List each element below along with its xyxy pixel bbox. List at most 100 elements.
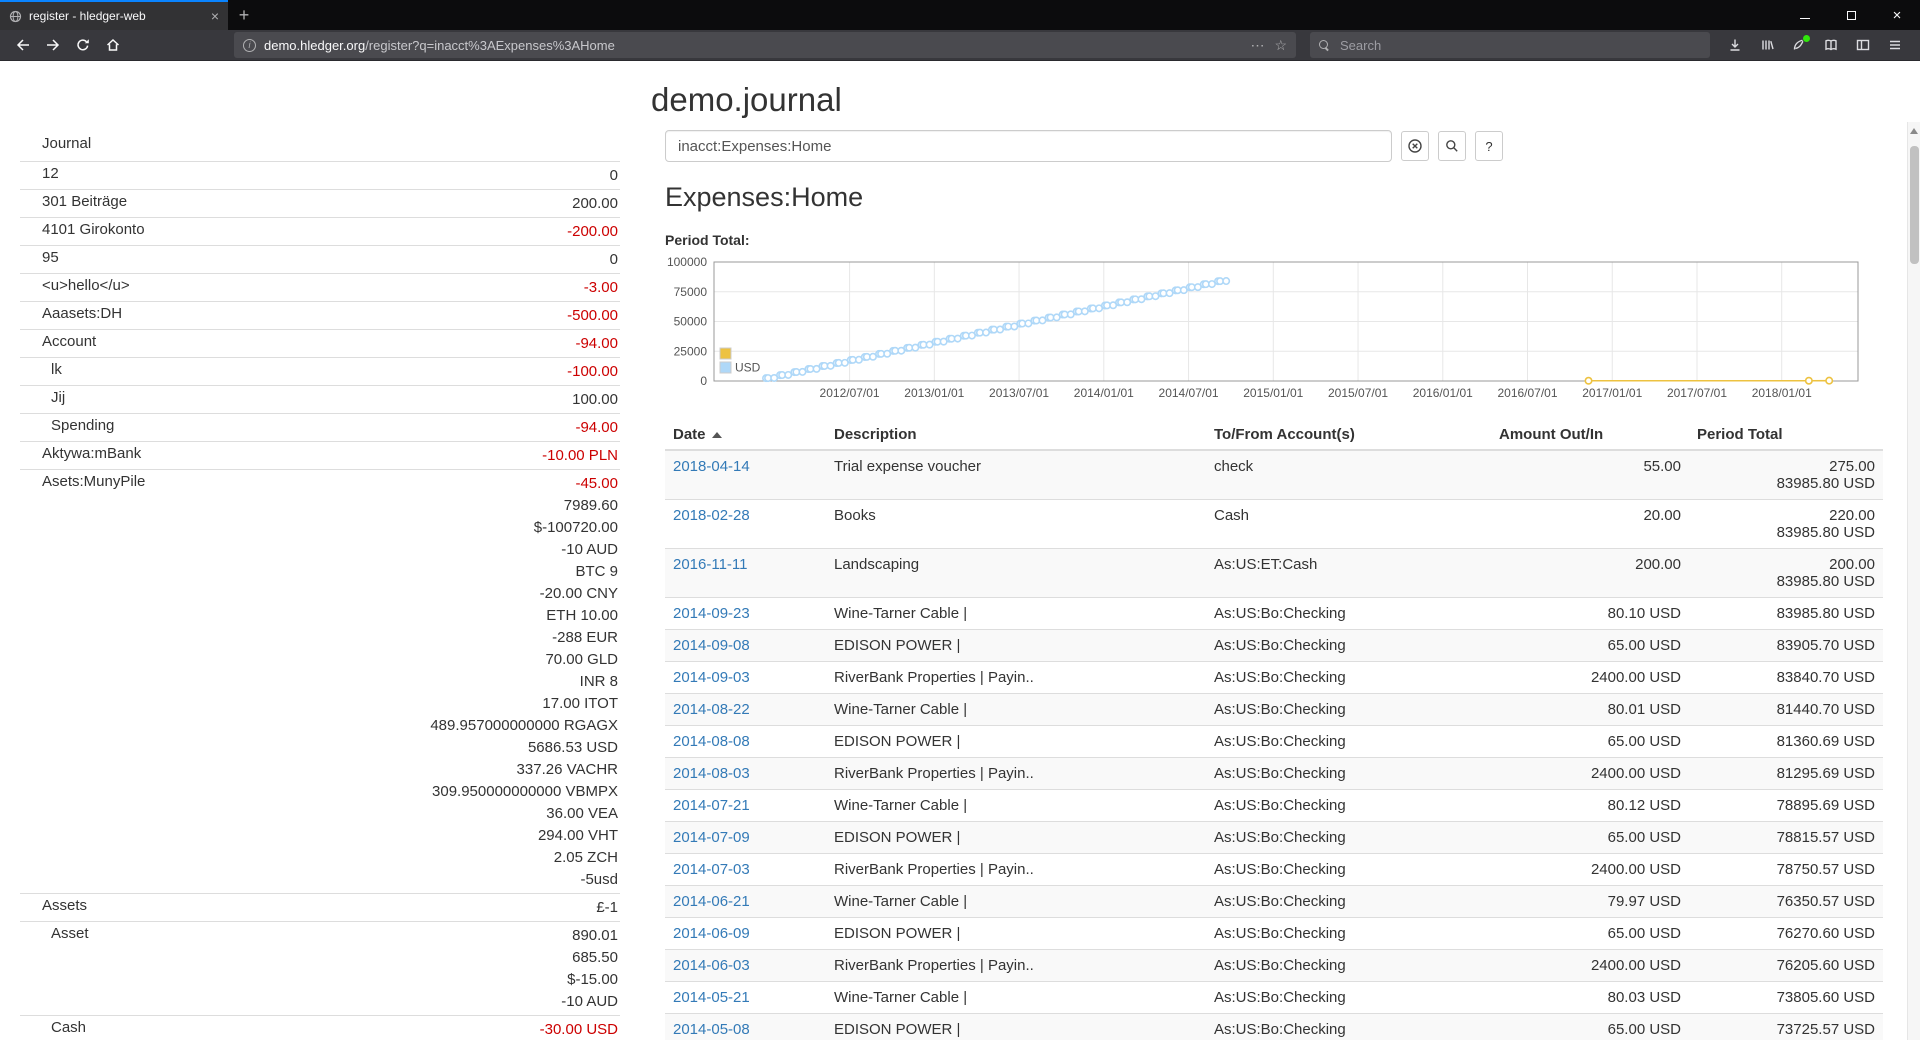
sidebar-account-link[interactable]: 12 bbox=[42, 165, 59, 182]
register-account-link[interactable]: As:US:Bo:Checking bbox=[1206, 758, 1491, 790]
register-account-link[interactable]: As:US:Bo:Checking bbox=[1206, 918, 1491, 950]
register-row: 2014-07-21Wine-Tarner Cable |As:US:Bo:Ch… bbox=[665, 790, 1883, 822]
register-account-link[interactable]: As:US:Bo:Checking bbox=[1206, 1014, 1491, 1040]
register-date-link[interactable]: 2014-08-08 bbox=[673, 733, 750, 750]
sidebar-account-link[interactable]: Cash bbox=[51, 1019, 86, 1036]
register-row: 2014-08-22Wine-Tarner Cable |As:US:Bo:Ch… bbox=[665, 694, 1883, 726]
register-account-link[interactable]: As:US:Bo:Checking bbox=[1206, 790, 1491, 822]
sidebar-account-row: Asets:MunyPile-45.007989.60$-100720.00-1… bbox=[20, 470, 620, 894]
register-account-link[interactable]: As:US:Bo:Checking bbox=[1206, 662, 1491, 694]
register-account-link[interactable]: As:US:ET:Cash bbox=[1206, 549, 1491, 598]
page-actions-icon[interactable]: ⋯ bbox=[1250, 37, 1264, 54]
scrollbar-thumb[interactable] bbox=[1910, 146, 1919, 264]
register-date-link[interactable]: 2014-09-23 bbox=[673, 605, 750, 622]
svg-text:2013/01/01: 2013/01/01 bbox=[904, 386, 964, 400]
account-balance: $-15.00 bbox=[262, 969, 618, 991]
column-period-total[interactable]: Period Total bbox=[1689, 420, 1883, 450]
extension-button[interactable] bbox=[1784, 32, 1814, 58]
window-close-button[interactable]: × bbox=[1874, 0, 1920, 30]
sidebar-account-link[interactable]: Account bbox=[42, 333, 96, 350]
window-minimize-button[interactable] bbox=[1782, 0, 1828, 30]
browser-search-input[interactable] bbox=[1338, 37, 1701, 54]
register-period-total: 73805.60 USD bbox=[1689, 982, 1883, 1014]
sidebar-account-link[interactable]: Aaasets:DH bbox=[42, 305, 122, 322]
library-button[interactable] bbox=[1752, 32, 1782, 58]
account-balance: 0 bbox=[262, 249, 618, 271]
downloads-button[interactable] bbox=[1720, 32, 1750, 58]
reader-button[interactable] bbox=[1816, 32, 1846, 58]
register-date-link[interactable]: 2014-07-21 bbox=[673, 797, 750, 814]
url-text[interactable]: demo.hledger.org/register?q=inacct%3AExp… bbox=[264, 38, 1242, 53]
register-date-link[interactable]: 2014-05-21 bbox=[673, 989, 750, 1006]
register-account-link[interactable]: As:US:Bo:Checking bbox=[1206, 982, 1491, 1014]
register-date-link[interactable]: 2014-08-22 bbox=[673, 701, 750, 718]
sidebar-account-link[interactable]: Aktywa:mBank bbox=[42, 445, 141, 462]
scroll-up-arrow[interactable] bbox=[1910, 128, 1918, 134]
register-account-link[interactable]: As:US:Bo:Checking bbox=[1206, 630, 1491, 662]
register-account-link[interactable]: As:US:Bo:Checking bbox=[1206, 854, 1491, 886]
register-date-link[interactable]: 2018-02-28 bbox=[673, 507, 750, 524]
help-button[interactable]: ? bbox=[1475, 131, 1503, 161]
new-tab-button[interactable]: + bbox=[228, 0, 260, 30]
column-date[interactable]: Date bbox=[665, 420, 826, 450]
register-date-link[interactable]: 2016-11-11 bbox=[673, 556, 748, 573]
url-bar[interactable]: i demo.hledger.org/register?q=inacct%3AE… bbox=[234, 32, 1296, 58]
period-total-line: 200.00 bbox=[1697, 556, 1875, 573]
register-row: 2016-11-11LandscapingAs:US:ET:Cash200.00… bbox=[665, 549, 1883, 598]
sidebar-account-link[interactable]: 301 Beiträge bbox=[42, 193, 127, 210]
register-description: Wine-Tarner Cable | bbox=[826, 982, 1206, 1014]
window-maximize-button[interactable] bbox=[1828, 0, 1874, 30]
sidebar-account-link[interactable]: 4101 Girokonto bbox=[42, 221, 145, 238]
clear-query-button[interactable] bbox=[1401, 131, 1429, 161]
query-input[interactable] bbox=[665, 130, 1392, 162]
sidebar-account-link[interactable]: Jij bbox=[51, 389, 65, 406]
tab-close-icon[interactable]: × bbox=[211, 9, 219, 23]
home-button[interactable] bbox=[98, 32, 128, 58]
reload-button[interactable] bbox=[68, 32, 98, 58]
magnifier-icon bbox=[1444, 138, 1460, 154]
sidebar-account-link[interactable]: Assets bbox=[42, 897, 87, 914]
register-account-link[interactable]: As:US:Bo:Checking bbox=[1206, 694, 1491, 726]
register-account-link[interactable]: As:US:Bo:Checking bbox=[1206, 822, 1491, 854]
register-date-link[interactable]: 2014-05-08 bbox=[673, 1021, 750, 1038]
register-account-link[interactable]: As:US:Bo:Checking bbox=[1206, 886, 1491, 918]
register-account-link[interactable]: check bbox=[1206, 450, 1491, 500]
register-date-link[interactable]: 2014-09-03 bbox=[673, 669, 750, 686]
sidebar-journal-link[interactable]: Journal bbox=[42, 135, 91, 152]
column-account[interactable]: To/From Account(s) bbox=[1206, 420, 1491, 450]
sidebar-account-link[interactable]: Asset bbox=[51, 925, 89, 942]
register-date-link[interactable]: 2014-06-03 bbox=[673, 957, 750, 974]
bookmark-star-icon[interactable]: ☆ bbox=[1274, 37, 1287, 54]
forward-button[interactable] bbox=[38, 32, 68, 58]
sidebar-account-link[interactable]: 95 bbox=[42, 249, 59, 266]
sidebar-account-link[interactable]: <u>hello</u> bbox=[42, 277, 130, 294]
sidebar-account-link[interactable]: lk bbox=[51, 361, 62, 378]
register-account-link[interactable]: Cash bbox=[1206, 500, 1491, 549]
register-date-link[interactable]: 2014-09-08 bbox=[673, 637, 750, 654]
register-date-link[interactable]: 2014-07-09 bbox=[673, 829, 750, 846]
register-date-link[interactable]: 2014-06-09 bbox=[673, 925, 750, 942]
browser-search-bar[interactable] bbox=[1310, 32, 1710, 58]
register-description: RiverBank Properties | Payin.. bbox=[826, 854, 1206, 886]
sidebar-account-link[interactable]: Asets:MunyPile bbox=[42, 473, 145, 490]
register-account-link[interactable]: As:US:Bo:Checking bbox=[1206, 726, 1491, 758]
page-scrollbar[interactable] bbox=[1907, 122, 1920, 1040]
site-info-icon[interactable]: i bbox=[243, 39, 256, 52]
register-description: EDISON POWER | bbox=[826, 918, 1206, 950]
register-date-link[interactable]: 2018-04-14 bbox=[673, 458, 750, 475]
register-date-link[interactable]: 2014-06-21 bbox=[673, 893, 750, 910]
register-row: 2014-06-03RiverBank Properties | Payin..… bbox=[665, 950, 1883, 982]
column-amount[interactable]: Amount Out/In bbox=[1491, 420, 1689, 450]
browser-tab[interactable]: register - hledger-web × bbox=[0, 0, 228, 30]
register-account-link[interactable]: As:US:Bo:Checking bbox=[1206, 950, 1491, 982]
column-description[interactable]: Description bbox=[826, 420, 1206, 450]
menu-button[interactable] bbox=[1880, 32, 1910, 58]
sidebar-account-link[interactable]: Spending bbox=[51, 417, 114, 434]
register-date-link[interactable]: 2014-08-03 bbox=[673, 765, 750, 782]
register-date-link[interactable]: 2014-07-03 bbox=[673, 861, 750, 878]
back-button[interactable] bbox=[8, 32, 38, 58]
search-submit-button[interactable] bbox=[1438, 131, 1466, 161]
register-account-link[interactable]: As:US:Bo:Checking bbox=[1206, 598, 1491, 630]
svg-text:100000: 100000 bbox=[667, 255, 707, 269]
sidebars-button[interactable] bbox=[1848, 32, 1878, 58]
